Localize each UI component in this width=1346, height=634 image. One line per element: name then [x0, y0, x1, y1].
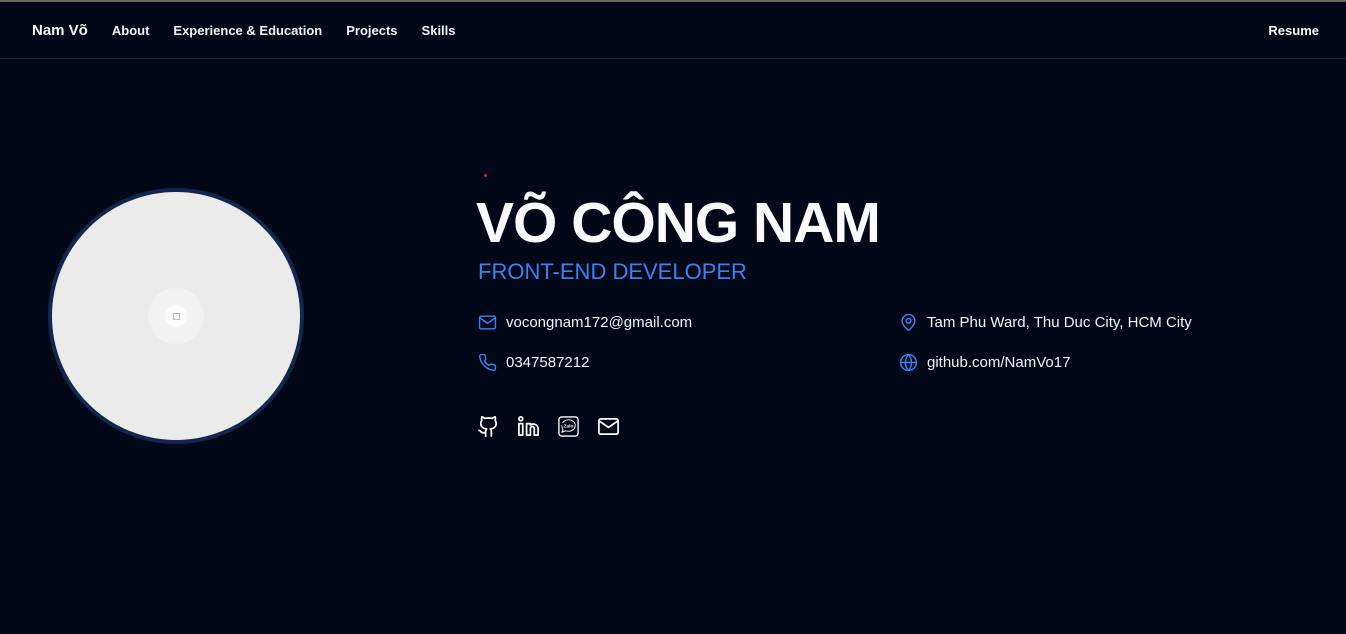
nav-skills[interactable]: Skills: [422, 23, 456, 38]
globe-icon: [899, 353, 918, 372]
mail-icon: [598, 417, 619, 436]
zalo-button[interactable]: Zalo: [557, 415, 580, 438]
top-nav: Nam Võ About Experience & Education Proj…: [0, 2, 1346, 59]
zalo-label: Zalo: [564, 423, 574, 429]
zalo-icon: Zalo: [558, 416, 579, 437]
github-icon: [478, 416, 498, 437]
linkedin-icon: [518, 416, 539, 436]
mail-icon: [478, 315, 497, 330]
phone-text[interactable]: 0347587212: [506, 354, 589, 371]
location-text: Tam Phu Ward, Thu Duc City, HCM City: [927, 314, 1192, 331]
brand-link[interactable]: Nam Võ: [32, 22, 88, 39]
nav-projects[interactable]: Projects: [346, 23, 397, 38]
github-button[interactable]: [477, 415, 500, 438]
email-text[interactable]: vocongnam172@gmail.com: [506, 314, 692, 331]
website-info: github.com/NamVo17: [899, 353, 1070, 372]
email-info: vocongnam172@gmail.com: [478, 313, 692, 332]
avatar: [48, 188, 304, 444]
linkedin-button[interactable]: [517, 415, 540, 438]
phone-info: 0347587212: [478, 353, 589, 372]
red-dot: [484, 174, 487, 177]
resume-link[interactable]: Resume: [1268, 23, 1319, 38]
image-placeholder-icon: [148, 288, 204, 344]
phone-icon: [478, 353, 497, 372]
job-title: FRONT-END DEVELOPER: [478, 259, 747, 284]
location-info: Tam Phu Ward, Thu Duc City, HCM City: [899, 313, 1192, 332]
website-link[interactable]: github.com/NamVo17: [927, 354, 1070, 371]
nav-experience-education[interactable]: Experience & Education: [173, 23, 322, 38]
social-links: Zalo: [477, 415, 620, 438]
nav-about[interactable]: About: [112, 23, 150, 38]
map-pin-icon: [901, 313, 916, 332]
page-title: VÕ CÔNG NAM: [476, 191, 881, 255]
email-button[interactable]: [597, 415, 620, 438]
